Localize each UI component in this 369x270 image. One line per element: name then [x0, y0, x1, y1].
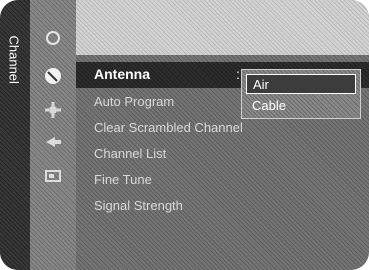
icon-column [30, 0, 76, 270]
category-label: Channel [6, 35, 22, 84]
menu-item-label: Signal Strength [94, 198, 183, 213]
option-cable[interactable]: Cable [246, 96, 356, 116]
menu-item-label: Antenna [94, 66, 150, 82]
tv-menu: Channel Antenna: Auto Program Clear Scr… [0, 0, 369, 270]
menu-item-label: Auto Program [94, 94, 175, 109]
category-tab[interactable]: Channel [0, 0, 30, 270]
option-air[interactable]: Air [246, 74, 356, 94]
menu-item-label: Channel List [94, 146, 167, 161]
input-icon[interactable] [43, 132, 63, 152]
menu-item-signal-strength[interactable]: Signal Strength [76, 194, 369, 220]
menu-item-label: Clear Scrambled Channel [94, 120, 243, 135]
application-icon[interactable] [43, 166, 63, 186]
menu-item-fine-tune[interactable]: Fine Tune [76, 168, 369, 194]
picture-icon[interactable] [43, 28, 63, 48]
menu-item-clear-scrambled-channel[interactable]: Clear Scrambled Channel [76, 116, 369, 142]
menu-item-channel-list[interactable]: Channel List [76, 142, 369, 168]
menu-item-label: Fine Tune [94, 172, 152, 187]
channel-icon[interactable] [43, 66, 63, 86]
antenna-dropdown[interactable]: Air Cable [241, 69, 361, 119]
header-band [76, 0, 369, 55]
menu-content: Antenna : Auto Program Clear Scrambled C… [76, 0, 369, 270]
setup-icon[interactable] [43, 100, 63, 120]
value-separator: : [236, 66, 240, 82]
